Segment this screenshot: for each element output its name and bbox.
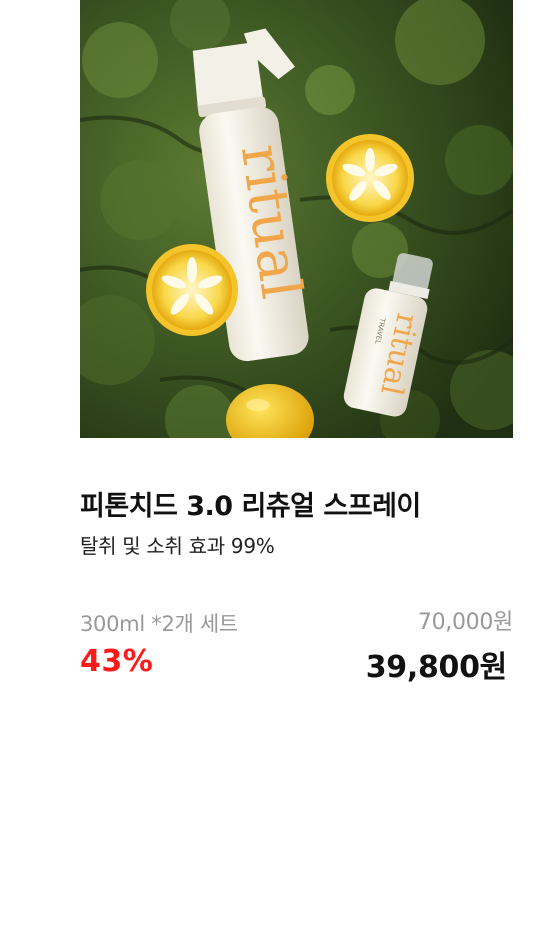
product-subtitle: 탈취 및 소취 효과 99% — [80, 534, 275, 558]
product-option: 300ml *2개 세트 — [80, 612, 238, 636]
original-price: 70,000원 — [417, 610, 513, 635]
price-section: 300ml *2개 세트 43% 70,000원 39,800원 — [80, 604, 513, 685]
product-card[interactable]: ritual TRAVEL ritual 피톤치드 3.0 리츄얼 스프레이 탈… — [0, 0, 540, 927]
product-photo: ritual TRAVEL ritual — [80, 0, 513, 438]
product-title[interactable]: 피톤치드 3.0 리츄얼 스프레이 — [80, 488, 513, 526]
discount-rate: 43% — [80, 644, 154, 679]
product-image[interactable]: ritual TRAVEL ritual — [80, 0, 513, 438]
lemon-slice-icon — [326, 134, 414, 222]
product-info: 피톤치드 3.0 리츄얼 스프레이 탈취 및 소취 효과 99% — [80, 488, 513, 560]
sale-price: 39,800원 — [365, 650, 508, 685]
